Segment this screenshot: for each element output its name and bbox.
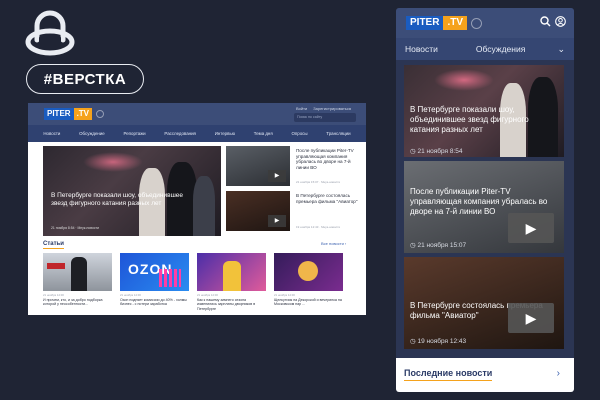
auth-links: Войти Зарегистрироваться <box>296 106 351 111</box>
hero-article[interactable]: В Петербурге показали шоу, объединившее … <box>43 146 221 236</box>
nav-item[interactable]: Новости <box>43 131 60 136</box>
site-logo[interactable]: PITER .TV <box>406 16 483 30</box>
latest-news-title[interactable]: Последние новости <box>404 368 493 381</box>
logo-ring-icon <box>96 110 105 118</box>
hero-title[interactable]: В Петербурге показали шоу, объединившее … <box>51 192 201 208</box>
side-thumb: ▶ <box>226 146 290 186</box>
logo-part2: .TV <box>73 108 93 120</box>
nav-item[interactable]: Опросы <box>291 131 307 136</box>
card-image: OZON <box>120 253 189 291</box>
nav-item[interactable]: Тема дня <box>254 131 273 136</box>
desktop-header: PITER .TV Войти Зарегистрироваться Поиск … <box>28 103 366 125</box>
logo-ring-icon <box>471 17 483 29</box>
card-date: 19 ноября 12:43 <box>417 338 467 345</box>
latest-news-bar: Последние новости › <box>396 358 574 392</box>
nav-item[interactable]: Трансляции <box>326 131 350 136</box>
side-meta: 19 ноября 12:43 · Мнук-новости <box>296 225 341 229</box>
login-link[interactable]: Войти <box>296 106 307 111</box>
police-figure <box>71 257 87 291</box>
hero-meta: 21 ноября 8:54 · Мнук-новости <box>51 226 100 230</box>
search-input[interactable]: Поиск по сайту <box>294 113 356 122</box>
chevron-right-icon[interactable]: › <box>557 368 560 379</box>
card-title[interactable]: В Петербурге показали шоу, объединившее … <box>410 105 530 135</box>
news-card[interactable]: В Петербурге показали шоу, объединившее … <box>404 65 564 157</box>
tab-news[interactable]: Новости <box>405 44 438 54</box>
article-card[interactable]: 21 ноября 12:00 Как к нашему зимнего сез… <box>197 253 266 311</box>
play-icon[interactable]: ▶ <box>508 303 554 333</box>
card-image <box>197 253 266 291</box>
logo-part2: .TV <box>443 16 468 30</box>
side-title[interactable]: В Петербурге состоялась премьера фильма … <box>296 193 360 204</box>
card-text[interactable]: Щелкунчик на Декорской и вечеринка на Мо… <box>274 298 343 307</box>
headset-logo-icon <box>25 10 75 56</box>
stage-light <box>434 69 494 91</box>
article-card[interactable]: OZON 21 ноября 12:00 Озон подняет комисс… <box>120 253 189 307</box>
nav-item[interactable]: Репортажи <box>124 131 146 136</box>
card-image <box>43 253 112 291</box>
mobile-tabs: Новости Обсуждения ⌄ <box>396 38 574 60</box>
side-title[interactable]: После публикации Piter-TV управляющая ко… <box>296 148 360 170</box>
chart-bars <box>159 269 181 287</box>
card-meta: 21 ноября 12:00 <box>120 293 141 297</box>
event-logo <box>298 261 318 281</box>
card-text[interactable]: Озон подняет комиссии до 40% - холмы биз… <box>120 298 189 307</box>
card-meta: ◷ 19 ноября 12:43 <box>410 338 467 345</box>
user-icon[interactable] <box>555 16 566 27</box>
side-meta: 21 ноября 15:07 · Мнук-новости <box>296 180 341 184</box>
card-image <box>274 253 343 291</box>
card-meta: ◷ 21 ноября 15:07 <box>410 242 467 249</box>
desktop-mockup: PITER .TV Войти Зарегистрироваться Поиск … <box>28 103 366 315</box>
chevron-down-icon[interactable]: ⌄ <box>557 44 565 55</box>
card-meta: 21 ноября 12:00 <box>274 293 295 297</box>
tag-pill: #ВЕРСТКА <box>26 64 144 94</box>
side-article[interactable]: ▶ В Петербурге состоялась премьера фильм… <box>226 191 360 231</box>
logo-part1: PITER <box>44 108 74 120</box>
person-figure <box>223 261 241 291</box>
site-logo[interactable]: PITER .TV <box>44 108 105 120</box>
side-thumb: ▶ <box>226 191 290 231</box>
card-date: 21 ноября 8:54 <box>417 148 463 155</box>
nav-item[interactable]: Обсуждение <box>79 131 105 136</box>
card-meta: ◷ 21 ноября 8:54 <box>410 148 463 155</box>
play-icon[interactable]: ▶ <box>268 215 286 227</box>
all-news-link[interactable]: Все новости › <box>321 241 346 246</box>
tab-discussions[interactable]: Обсуждения <box>476 44 525 54</box>
mobile-mockup: PITER .TV Новости Обсуждения ⌄ В Петербур… <box>396 8 574 392</box>
card-text[interactable]: Как к нашему зимнего сезона изменились з… <box>197 298 266 311</box>
mobile-header: PITER .TV <box>396 8 574 38</box>
police-sign <box>47 263 65 269</box>
section-title: Статьи <box>43 241 64 249</box>
news-card[interactable]: В Петербурге состоялась премьера фильма … <box>404 257 564 349</box>
news-card[interactable]: После публикации Piter-TV управляющая ко… <box>404 161 564 253</box>
person-figure <box>528 77 558 157</box>
nav-item[interactable]: Интервью <box>215 131 235 136</box>
register-link[interactable]: Зарегистрироваться <box>313 106 351 111</box>
card-meta: 21 ноября 12:00 <box>197 293 218 297</box>
desktop-nav: Новости Обсуждение Репортажи Расследован… <box>28 125 366 142</box>
side-article[interactable]: ▶ После публикации Piter-TV управляющая … <box>226 146 360 186</box>
article-card[interactable]: 21 ноября 12:00 И прочем, кто, и за добр… <box>43 253 112 307</box>
logo-part1: PITER <box>406 16 444 30</box>
play-icon[interactable]: ▶ <box>508 213 554 243</box>
card-meta: 21 ноября 12:00 <box>43 293 64 297</box>
stage-light <box>83 152 143 172</box>
article-card[interactable]: 21 ноября 12:00 Щелкунчик на Декорской и… <box>274 253 343 307</box>
header-icons <box>540 16 566 27</box>
search-icon[interactable] <box>540 16 551 27</box>
play-icon[interactable]: ▶ <box>268 170 286 182</box>
card-date: 21 ноября 15:07 <box>417 242 467 249</box>
card-text[interactable]: И прочем, кто, и за добро подборка котор… <box>43 298 112 307</box>
nav-item[interactable]: Расследования <box>164 131 196 136</box>
